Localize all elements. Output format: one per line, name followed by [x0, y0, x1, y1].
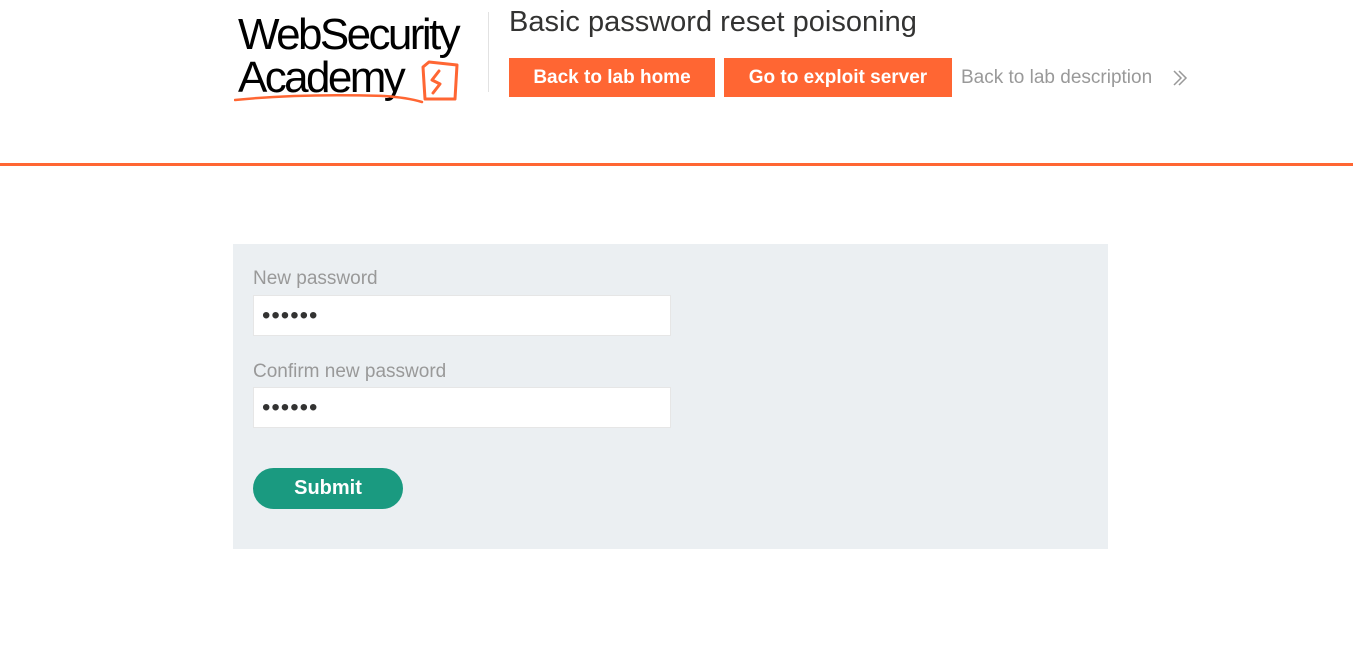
- back-to-lab-description-link[interactable]: Back to lab description: [961, 58, 1152, 97]
- logo-text-line1: WebSecurity: [238, 10, 461, 59]
- confirm-password-label: Confirm new password: [253, 361, 447, 382]
- confirm-password-input[interactable]: ••••••: [253, 387, 671, 428]
- new-password-label: New password: [253, 268, 378, 289]
- back-to-lab-home-button[interactable]: Back to lab home: [509, 58, 715, 97]
- header-orange-rule: [0, 163, 1353, 166]
- page: WebSecurity Academy Basic password reset…: [0, 0, 1353, 645]
- header-divider: [488, 12, 489, 92]
- new-password-input[interactable]: ••••••: [253, 295, 671, 336]
- logo-bolt-icon: [421, 60, 459, 101]
- lab-title: Basic password reset poisoning: [509, 6, 917, 38]
- submit-button[interactable]: Submit: [253, 468, 403, 509]
- password-reset-form: New password •••••• Confirm new password…: [233, 244, 1108, 549]
- go-to-exploit-server-button[interactable]: Go to exploit server: [724, 58, 952, 97]
- web-security-academy-logo[interactable]: WebSecurity Academy: [234, 10, 486, 104]
- logo-underline-swoosh: [234, 93, 424, 104]
- double-chevron-right-icon[interactable]: [1172, 69, 1188, 87]
